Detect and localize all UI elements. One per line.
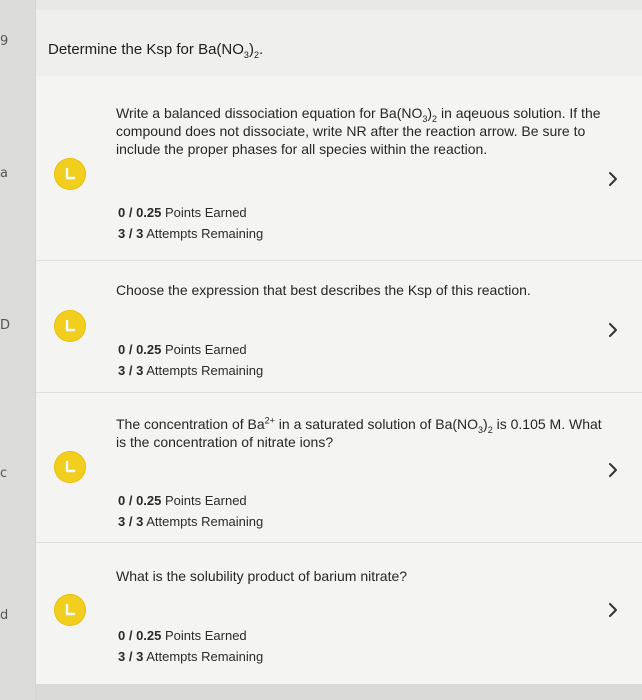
attempts-remaining: 3 / 3 Attempts Remaining [118, 514, 264, 529]
step-4[interactable]: What is the solubility product of barium… [36, 543, 642, 684]
points-earned: 0 / 0.25 Points Earned [118, 628, 247, 643]
step-meta: 0 / 0.25 Points Earned 3 / 3 Attempts Re… [118, 339, 263, 381]
chevron-right-icon[interactable] [604, 601, 622, 619]
step-prompt: The concentration of Ba2+ in a saturated… [116, 415, 602, 450]
chevron-right-icon[interactable] [604, 170, 622, 188]
points-earned: 0 / 0.25 Points Earned [118, 493, 247, 508]
step-prompt: What is the solubility product of barium… [116, 568, 408, 584]
l-shaped-flag-icon [54, 451, 86, 483]
question-header: Determine the Ksp for Ba(NO3)2. [36, 10, 642, 77]
left-rail: 9 a D c d [0, 0, 35, 700]
l-shaped-flag-icon [54, 310, 86, 342]
points-earned: 0 / 0.25 Points Earned [118, 342, 247, 357]
attempts-remaining: 3 / 3 Attempts Remaining [118, 226, 264, 241]
step-meta: 0 / 0.25 Points Earned 3 / 3 Attempts Re… [118, 625, 263, 667]
rail-glyph: d [0, 608, 9, 623]
step-prompt: Choose the expression that best describe… [116, 282, 531, 298]
points-earned: 0 / 0.25 Points Earned [118, 205, 247, 220]
step-meta: 0 / 0.25 Points Earned 3 / 3 Attempts Re… [118, 490, 263, 532]
top-strip [36, 0, 642, 10]
question-card: Determine the Ksp for Ba(NO3)2. Write a … [35, 0, 642, 700]
chevron-right-icon[interactable] [604, 321, 622, 339]
rail-glyph: D [0, 318, 11, 333]
step-prompt: Write a balanced dissociation equation f… [116, 105, 601, 157]
rail-glyph: a [0, 166, 8, 181]
bottom-strip [36, 684, 642, 700]
l-shaped-flag-icon [54, 158, 86, 190]
step-2[interactable]: Choose the expression that best describe… [36, 261, 642, 393]
step-meta: 0 / 0.25 Points Earned 3 / 3 Attempts Re… [118, 202, 263, 244]
rail-glyph: 9 [0, 34, 9, 49]
l-shaped-flag-icon [54, 594, 86, 626]
rail-glyph: c [0, 466, 8, 481]
step-1[interactable]: Write a balanced dissociation equation f… [36, 76, 642, 261]
question-title: Determine the Ksp for Ba(NO3)2. [48, 41, 264, 60]
step-3[interactable]: The concentration of Ba2+ in a saturated… [36, 393, 642, 543]
attempts-remaining: 3 / 3 Attempts Remaining [118, 363, 264, 378]
attempts-remaining: 3 / 3 Attempts Remaining [118, 649, 264, 664]
chevron-right-icon[interactable] [604, 461, 622, 479]
